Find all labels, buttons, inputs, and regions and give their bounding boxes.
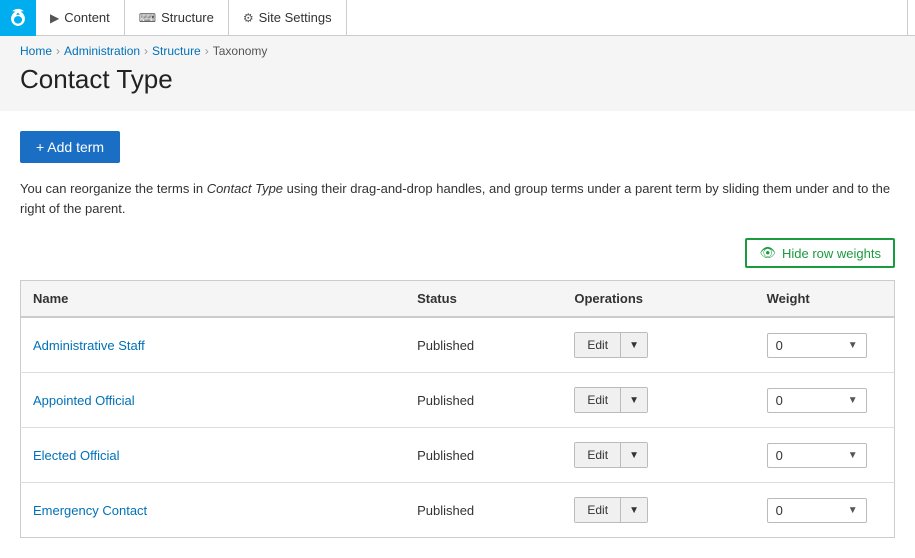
description-text: You can reorganize the terms in Contact … (20, 179, 895, 218)
terms-table: Name Status Operations Weight Administra… (20, 280, 895, 538)
breadcrumb-sep-2: › (144, 44, 148, 58)
nav-tab-site-settings-label: Site Settings (259, 10, 332, 25)
weight-select-0[interactable]: 0 ▼ (767, 333, 867, 358)
cell-operations-0: Edit ▼ (562, 317, 754, 373)
weight-select-1[interactable]: 0 ▼ (767, 388, 867, 413)
hide-weights-label: Hide row weights (782, 246, 881, 261)
edit-dropdown-arrow-3[interactable]: ▼ (621, 498, 647, 522)
eye-icon: 👁 (759, 245, 776, 261)
nav-tab-content-label: Content (64, 10, 110, 25)
weight-chevron-down-icon: ▼ (848, 450, 858, 461)
breadcrumb-home[interactable]: Home (20, 44, 52, 58)
chevron-down-icon: ▼ (629, 395, 639, 406)
weight-value-0: 0 (776, 338, 783, 353)
main-content: + Add term You can reorganize the terms … (0, 111, 915, 558)
cell-status-3: Published (405, 483, 562, 538)
breadcrumb-sep-1: › (56, 44, 60, 58)
nav-tab-structure-label: Structure (161, 10, 214, 25)
desc-italic: Contact Type (207, 181, 283, 196)
table-row: Emergency Contact Published Edit ▼ 0 ▼ (21, 483, 895, 538)
cell-name-1: Appointed Official (21, 373, 406, 428)
cell-weight-2: 0 ▼ (755, 428, 895, 483)
col-header-operations: Operations (562, 281, 754, 318)
breadcrumb-administration[interactable]: Administration (64, 44, 140, 58)
nav-right-bar (907, 0, 915, 36)
breadcrumb-sep-3: › (205, 44, 209, 58)
term-link-0[interactable]: Administrative Staff (33, 338, 145, 353)
term-link-2[interactable]: Elected Official (33, 448, 119, 463)
term-link-3[interactable]: Emergency Contact (33, 503, 147, 518)
table-row: Administrative Staff Published Edit ▼ 0 … (21, 317, 895, 373)
breadcrumb-structure[interactable]: Structure (152, 44, 201, 58)
table-row: Elected Official Published Edit ▼ 0 ▼ (21, 428, 895, 483)
edit-button-3[interactable]: Edit (575, 498, 621, 522)
col-header-weight: Weight (755, 281, 895, 318)
table-row: Appointed Official Published Edit ▼ 0 ▼ (21, 373, 895, 428)
page-title-area: Contact Type (0, 58, 915, 111)
page-title: Contact Type (20, 64, 895, 95)
chevron-down-icon: ▼ (629, 340, 639, 351)
gear-icon: ⚙ (243, 11, 254, 25)
weight-chevron-down-icon: ▼ (848, 395, 858, 406)
edit-dropdown-arrow-0[interactable]: ▼ (621, 333, 647, 357)
cell-name-2: Elected Official (21, 428, 406, 483)
cell-operations-3: Edit ▼ (562, 483, 754, 538)
cell-status-2: Published (405, 428, 562, 483)
cell-weight-0: 0 ▼ (755, 317, 895, 373)
edit-button-0[interactable]: Edit (575, 333, 621, 357)
weight-select-3[interactable]: 0 ▼ (767, 498, 867, 523)
cell-status-1: Published (405, 373, 562, 428)
cell-name-3: Emergency Contact (21, 483, 406, 538)
chevron-down-icon: ▼ (629, 450, 639, 461)
breadcrumb: Home › Administration › Structure › Taxo… (20, 44, 895, 58)
edit-btn-group-1: Edit ▼ (574, 387, 648, 413)
col-header-name: Name (21, 281, 406, 318)
breadcrumb-area: Home › Administration › Structure › Taxo… (0, 36, 915, 58)
cell-weight-3: 0 ▼ (755, 483, 895, 538)
cell-status-0: Published (405, 317, 562, 373)
weight-value-2: 0 (776, 448, 783, 463)
cell-operations-1: Edit ▼ (562, 373, 754, 428)
structure-icon: ⌨ (139, 11, 156, 25)
chevron-down-icon: ▼ (629, 505, 639, 516)
weight-chevron-down-icon: ▼ (848, 340, 858, 351)
edit-btn-group-0: Edit ▼ (574, 332, 648, 358)
top-actions: 👁 Hide row weights (20, 238, 895, 276)
nav-tab-site-settings[interactable]: ⚙ Site Settings (229, 0, 347, 36)
weight-value-1: 0 (776, 393, 783, 408)
edit-button-2[interactable]: Edit (575, 443, 621, 467)
add-term-button[interactable]: + Add term (20, 131, 120, 163)
breadcrumb-taxonomy: Taxonomy (213, 44, 268, 58)
term-link-1[interactable]: Appointed Official (33, 393, 135, 408)
edit-btn-group-3: Edit ▼ (574, 497, 648, 523)
top-nav: ▶ Content ⌨ Structure ⚙ Site Settings (0, 0, 915, 36)
nav-tab-structure[interactable]: ⌨ Structure (125, 0, 229, 36)
edit-button-1[interactable]: Edit (575, 388, 621, 412)
weight-value-3: 0 (776, 503, 783, 518)
desc-prefix: You can reorganize the terms in (20, 181, 207, 196)
weight-select-2[interactable]: 0 ▼ (767, 443, 867, 468)
nav-tab-content[interactable]: ▶ Content (36, 0, 125, 36)
cell-weight-1: 0 ▼ (755, 373, 895, 428)
page-icon: ▶ (50, 11, 59, 25)
drupal-logo-icon (7, 7, 29, 29)
hide-row-weights-button[interactable]: 👁 Hide row weights (745, 238, 895, 268)
weight-chevron-down-icon: ▼ (848, 505, 858, 516)
table-header-row: Name Status Operations Weight (21, 281, 895, 318)
edit-dropdown-arrow-2[interactable]: ▼ (621, 443, 647, 467)
drupal-logo[interactable] (0, 0, 36, 36)
col-header-status: Status (405, 281, 562, 318)
cell-name-0: Administrative Staff (21, 317, 406, 373)
edit-btn-group-2: Edit ▼ (574, 442, 648, 468)
cell-operations-2: Edit ▼ (562, 428, 754, 483)
edit-dropdown-arrow-1[interactable]: ▼ (621, 388, 647, 412)
